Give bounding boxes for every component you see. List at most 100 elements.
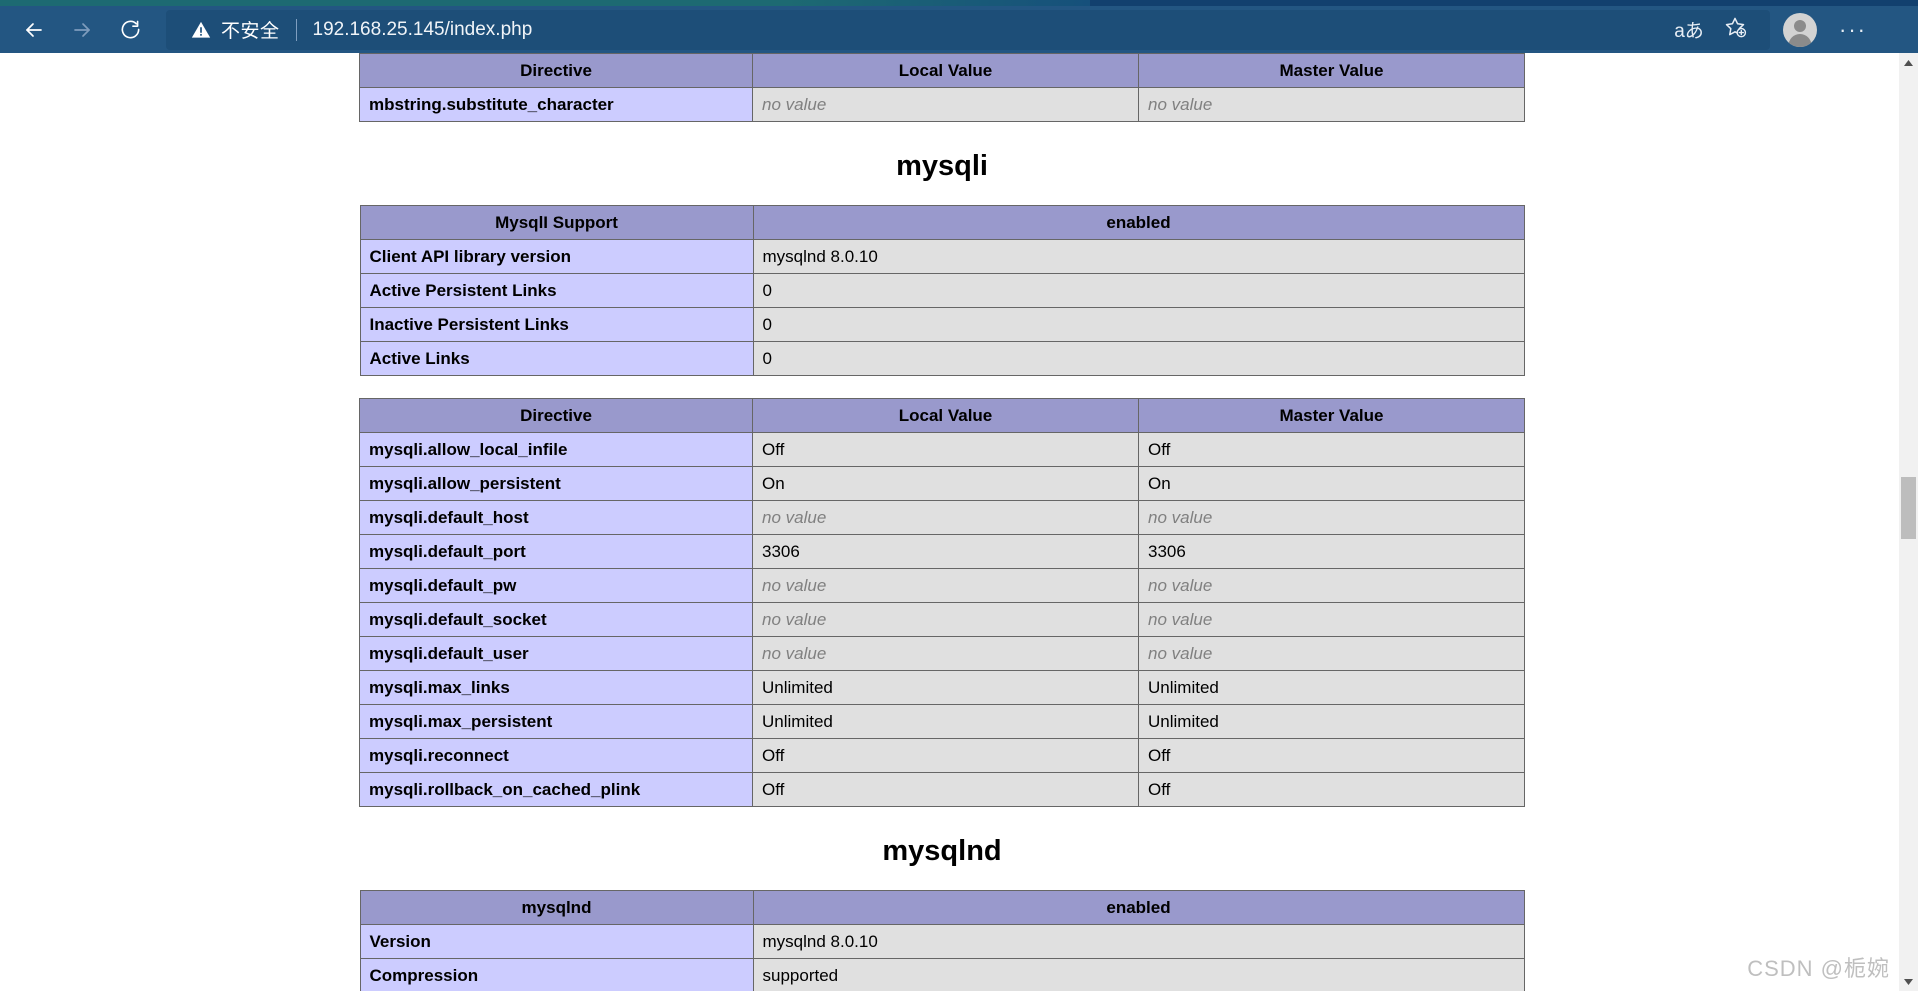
- table-row: mbstring.substitute_character no value n…: [359, 87, 1525, 122]
- table-row: mysqli.default_user no value no value: [359, 636, 1525, 671]
- table-row: Compression supported: [359, 958, 1525, 991]
- directive-name: mysqli.allow_persistent: [359, 466, 753, 501]
- master-value: Unlimited: [1138, 704, 1525, 739]
- local-value: Unlimited: [752, 670, 1139, 705]
- local-value: Off: [752, 432, 1139, 467]
- local-value: Unlimited: [752, 704, 1139, 739]
- local-value: no value: [752, 87, 1139, 122]
- column-header-enabled: enabled: [752, 205, 1525, 240]
- avatar-icon: [1783, 12, 1817, 47]
- master-value: Off: [1138, 432, 1525, 467]
- local-value: no value: [752, 568, 1139, 603]
- mbstring-directives-table: Directive Local Value Master Value mbstr…: [359, 53, 1525, 122]
- row-key: Client API library version: [359, 239, 754, 274]
- arrow-left-icon: [22, 18, 46, 42]
- local-value: no value: [752, 636, 1139, 671]
- address-separator: [295, 18, 297, 41]
- column-header-directive: Directive: [359, 53, 753, 88]
- local-value: Off: [752, 772, 1139, 807]
- column-header-enabled: enabled: [752, 890, 1525, 925]
- table-row: mysqli.rollback_on_cached_plink Off Off: [359, 772, 1525, 807]
- master-value: Off: [1138, 772, 1525, 807]
- row-value: 0: [752, 341, 1525, 376]
- master-value: Unlimited: [1138, 670, 1525, 705]
- mysqli-support-table: MysqlI Support enabled Client API librar…: [359, 205, 1525, 376]
- warning-triangle-icon[interactable]: [190, 19, 212, 41]
- table-header-row: MysqlI Support enabled: [359, 205, 1525, 240]
- directive-name: mysqli.default_socket: [359, 602, 753, 637]
- table-header-row: Directive Local Value Master Value: [359, 398, 1525, 433]
- column-header-local-value: Local Value: [752, 398, 1139, 433]
- column-header-mysqlnd: mysqlnd: [359, 890, 754, 925]
- master-value: Off: [1138, 738, 1525, 773]
- row-value: supported: [752, 958, 1525, 991]
- table-row: Version mysqlnd 8.0.10: [359, 924, 1525, 959]
- row-key: Version: [359, 924, 754, 959]
- local-value: no value: [752, 602, 1139, 637]
- column-header-local-value: Local Value: [752, 53, 1139, 88]
- master-value: 3306: [1138, 534, 1525, 569]
- scrollbar-down-button[interactable]: [1899, 972, 1918, 991]
- row-value: 0: [752, 273, 1525, 308]
- master-value: no value: [1138, 636, 1525, 671]
- directive-name: mysqli.default_pw: [359, 568, 753, 603]
- master-value: no value: [1138, 500, 1525, 535]
- url-text[interactable]: 192.168.25.145/index.php: [313, 19, 1666, 41]
- page-viewport: Directive Local Value Master Value mbstr…: [0, 53, 1918, 991]
- mysqli-directives-table: Directive Local Value Master Value mysql…: [359, 398, 1525, 807]
- directive-name: mysqli.max_links: [359, 670, 753, 705]
- row-key: Inactive Persistent Links: [359, 307, 754, 342]
- local-value: Off: [752, 738, 1139, 773]
- master-value: no value: [1138, 568, 1525, 603]
- translate-button[interactable]: aあ: [1666, 11, 1712, 49]
- directive-name: mysqli.default_user: [359, 636, 753, 671]
- star-add-icon: [1723, 15, 1747, 44]
- table-row: mysqli.max_links Unlimited Unlimited: [359, 670, 1525, 705]
- security-status-label: 不安全: [221, 21, 280, 42]
- row-key: Active Persistent Links: [359, 273, 754, 308]
- table-row: mysqli.default_pw no value no value: [359, 568, 1525, 603]
- more-settings-button[interactable]: ···: [1826, 6, 1880, 53]
- column-header-master-value: Master Value: [1138, 398, 1525, 433]
- table-row: Client API library version mysqlnd 8.0.1…: [359, 239, 1525, 274]
- row-key: Compression: [359, 958, 754, 991]
- table-row: mysqli.max_persistent Unlimited Unlimite…: [359, 704, 1525, 739]
- browser-chrome: 不安全 192.168.25.145/index.php aあ ···: [0, 0, 1918, 53]
- caret-up-icon: [1903, 54, 1914, 72]
- reload-icon: [119, 18, 142, 41]
- browser-toolbar: 不安全 192.168.25.145/index.php aあ ···: [0, 6, 1918, 53]
- row-key: Active Links: [359, 341, 754, 376]
- row-value: mysqlnd 8.0.10: [752, 239, 1525, 274]
- directive-name: mbstring.substitute_character: [359, 87, 753, 122]
- master-value: On: [1138, 466, 1525, 501]
- phpinfo-page: Directive Local Value Master Value mbstr…: [0, 53, 1884, 991]
- reload-button[interactable]: [106, 10, 154, 50]
- vertical-scrollbar[interactable]: [1899, 53, 1918, 991]
- table-row: mysqli.allow_local_infile Off Off: [359, 432, 1525, 467]
- table-row: mysqli.reconnect Off Off: [359, 738, 1525, 773]
- scrollbar-thumb[interactable]: [1901, 477, 1916, 539]
- directive-name: mysqli.reconnect: [359, 738, 753, 773]
- table-row: mysqli.default_host no value no value: [359, 500, 1525, 535]
- forward-button[interactable]: [58, 10, 106, 50]
- translate-icon: aあ: [1674, 21, 1704, 42]
- table-header-row: Directive Local Value Master Value: [359, 53, 1525, 88]
- master-value: no value: [1138, 602, 1525, 637]
- add-favorite-button[interactable]: [1712, 11, 1758, 49]
- directive-name: mysqli.default_port: [359, 534, 753, 569]
- caret-down-icon: [1903, 973, 1914, 991]
- scrollbar-up-button[interactable]: [1899, 53, 1918, 72]
- section-title-mysqli: mysqli: [896, 150, 988, 182]
- column-header-master-value: Master Value: [1138, 53, 1525, 88]
- table-header-row: mysqlnd enabled: [359, 890, 1525, 925]
- local-value: 3306: [752, 534, 1139, 569]
- address-bar[interactable]: 不安全 192.168.25.145/index.php aあ: [166, 9, 1770, 50]
- table-row: mysqli.default_socket no value no value: [359, 602, 1525, 637]
- master-value: no value: [1138, 87, 1525, 122]
- table-row: mysqli.allow_persistent On On: [359, 466, 1525, 501]
- row-value: 0: [752, 307, 1525, 342]
- arrow-right-icon: [70, 18, 94, 42]
- back-button[interactable]: [10, 10, 58, 50]
- avatar-body: [1788, 33, 1812, 47]
- profile-button[interactable]: [1774, 6, 1826, 53]
